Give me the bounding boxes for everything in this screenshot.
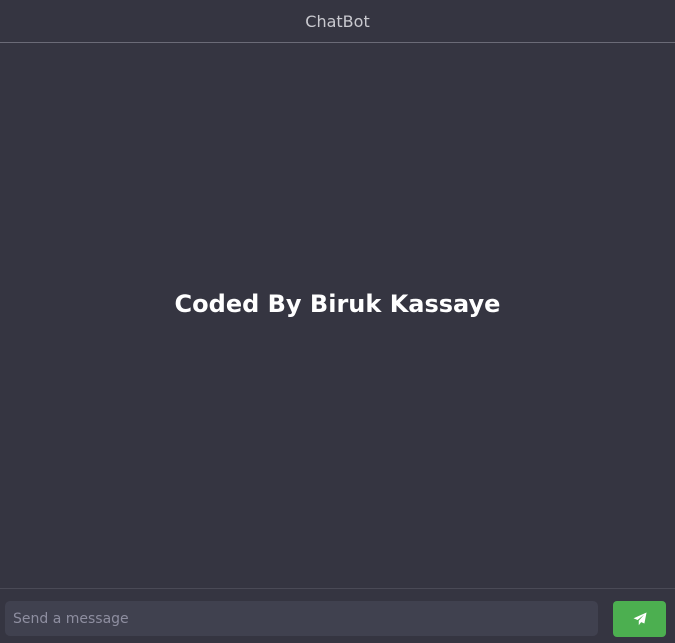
send-button[interactable] [613, 601, 666, 637]
page-title: ChatBot [305, 11, 370, 31]
chat-area: Coded By Biruk Kassaye [0, 44, 675, 588]
chat-app: ChatBot Coded By Biruk Kassaye [0, 0, 675, 643]
message-input[interactable] [5, 601, 598, 636]
splash-text: Coded By Biruk Kassaye [174, 290, 501, 318]
paper-plane-icon [633, 612, 647, 626]
composer [0, 588, 675, 643]
header: ChatBot [0, 0, 675, 43]
